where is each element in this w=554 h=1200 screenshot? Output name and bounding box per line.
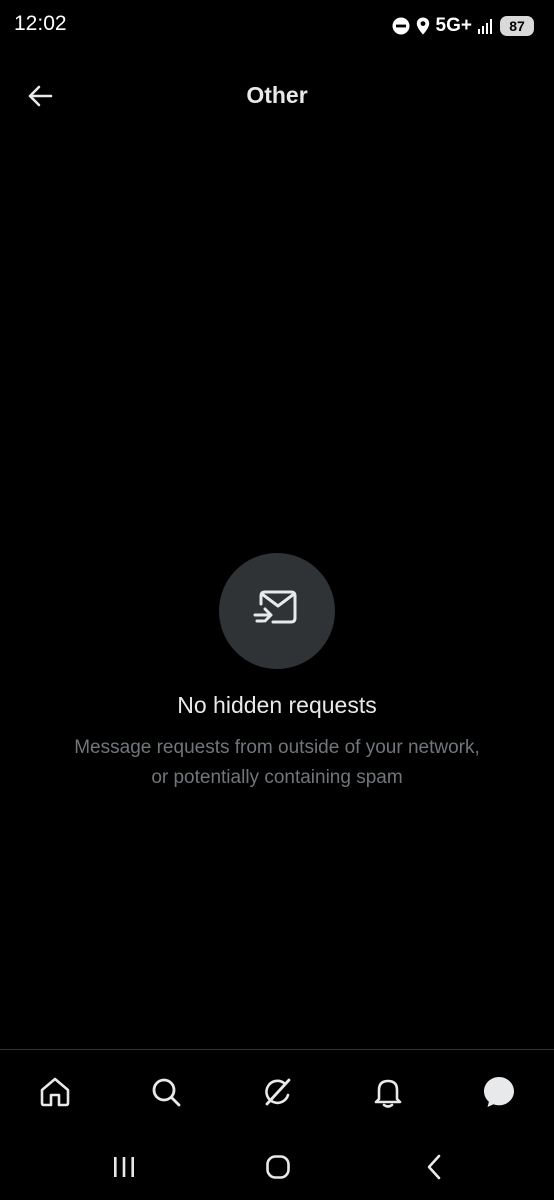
bell-icon [374, 1079, 402, 1108]
grok-icon [265, 1078, 291, 1106]
home-icon [41, 1077, 70, 1107]
home-circle-icon [266, 1155, 290, 1179]
network-type: 5G+ [435, 15, 472, 36]
empty-state-subtitle-line: or potentially containing spam [151, 767, 403, 788]
system-back-button[interactable] [409, 1144, 459, 1190]
status-bar: 12:02 5G+ 87 [0, 0, 554, 52]
empty-state-subtitle-line: Message requests from outside of your ne… [74, 737, 480, 758]
empty-state-icon-circle [219, 553, 335, 669]
signal-icon [478, 19, 492, 34]
messages-icon [483, 1077, 514, 1107]
tab-grok[interactable] [247, 1062, 307, 1122]
do-not-disturb-icon [392, 17, 410, 35]
empty-state-title: No hidden requests [177, 692, 377, 718]
tab-notifications[interactable] [358, 1062, 418, 1122]
page-title: Other [246, 82, 308, 108]
battery-indicator: 87 [500, 16, 534, 36]
system-nav-bar [0, 1134, 554, 1200]
status-icons: 5G+ 87 [392, 14, 534, 38]
location-icon [416, 17, 429, 35]
tab-messages[interactable] [469, 1062, 529, 1122]
search-icon [152, 1078, 181, 1107]
system-home-button[interactable] [253, 1144, 303, 1190]
header: Other [0, 64, 554, 128]
message-request-icon [253, 590, 297, 624]
tab-home[interactable] [25, 1062, 85, 1122]
recents-button[interactable] [99, 1144, 149, 1190]
tab-search[interactable] [136, 1062, 196, 1122]
bottom-tab-bar [0, 1049, 554, 1134]
recents-icon [114, 1157, 134, 1177]
empty-state-subtitle: Message requests from outside of your ne… [20, 733, 534, 793]
status-time: 12:02 [14, 12, 67, 35]
back-chevron-icon [427, 1154, 441, 1180]
